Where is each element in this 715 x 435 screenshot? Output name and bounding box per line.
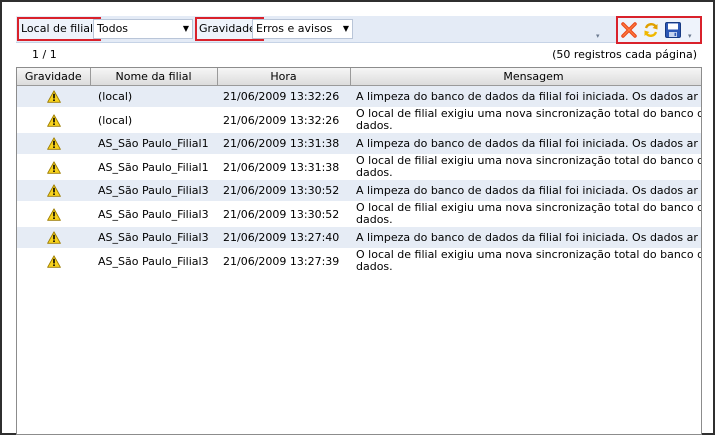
time-cell: 21/06/2009 13:30:52: [217, 180, 350, 201]
severity-cell: [17, 180, 90, 201]
warning-icon: [46, 208, 61, 221]
branch-filter-label: Local de filial:: [17, 17, 101, 41]
time-cell: 21/06/2009 13:31:38: [217, 133, 350, 154]
severity-cell: [17, 227, 90, 248]
message-cell: A limpeza do banco de dados da filial fo…: [350, 133, 701, 154]
branch-name-cell: AS_São Paulo_Filial1: [90, 133, 217, 154]
warning-icon: [46, 137, 61, 151]
time-cell: 21/06/2009 13:27:40: [217, 227, 350, 248]
refresh-icon[interactable]: [642, 21, 660, 39]
severity-filter-select[interactable]: Erros e avisos ▼: [252, 19, 353, 39]
warning-icon: [46, 184, 61, 198]
branch-name-cell: AS_São Paulo_Filial1: [98, 160, 209, 174]
filter-toolbar: Local de filial: Todos ▼ Gravidade: Erro…: [16, 16, 702, 44]
event-log-window: Local de filial: Todos ▼ Gravidade: Erro…: [0, 0, 715, 435]
time-cell: 21/06/2009 13:32:26: [217, 85, 350, 107]
delete-icon[interactable]: [620, 21, 638, 39]
message-cell: A limpeza do banco de dados da filial fo…: [350, 227, 701, 248]
save-icon[interactable]: [664, 21, 682, 39]
branch-name-cell: AS_São Paulo_Filial3: [98, 207, 209, 221]
branch-name-cell: (local): [90, 85, 217, 107]
grid-body: (local) 21/06/2009 13:32:26 A limpeza do b…: [17, 85, 702, 275]
table-row[interactable]: (local) 21/06/2009 13:32:26 A limpeza do b…: [17, 85, 701, 107]
warning-icon: [46, 114, 61, 127]
action-buttons: ▾: [616, 16, 702, 44]
severity-cell: [17, 154, 90, 180]
table-row[interactable]: AS_São Paulo_Filial3 21/06/2009 13:30:52 A…: [17, 180, 701, 201]
warning-icon: [46, 161, 61, 174]
column-header-branch-name[interactable]: Nome da filial: [90, 68, 218, 86]
time-cell: 21/06/2009 13:30:52: [223, 207, 340, 221]
message-cell: O local de filial exigiu uma nova sincro…: [356, 154, 702, 179]
message-cell: A limpeza do banco de dados da filial fo…: [350, 180, 701, 201]
time-cell: 21/06/2009 13:32:26: [223, 113, 340, 127]
table-row[interactable]: AS_São Paulo_Filial3 21/06/2009 13:30:52 O…: [17, 201, 702, 227]
chevron-down-icon[interactable]: ▼: [343, 20, 349, 38]
chevron-down-icon[interactable]: ▼: [183, 20, 189, 38]
branch-filter-select[interactable]: Todos ▼: [93, 19, 193, 39]
severity-cell: [17, 133, 90, 154]
table-row[interactable]: (local) 21/06/2009 13:32:26 O local de fil…: [17, 107, 702, 133]
event-log-grid: Gravidade Nome da filial Hora Mensagem (…: [16, 67, 702, 435]
severity-cell: [17, 85, 90, 107]
records-per-page-info: (50 registros cada página): [552, 48, 697, 61]
warning-icon: [46, 90, 61, 104]
page-indicator: 1 / 1: [32, 48, 57, 61]
message-cell: O local de filial exigiu uma nova sincro…: [356, 248, 702, 273]
table-row[interactable]: AS_São Paulo_Filial3 21/06/2009 13:27:40 A…: [17, 227, 701, 248]
table-row[interactable]: AS_São Paulo_Filial3 21/06/2009 13:27:39 O…: [17, 248, 702, 274]
branch-name-cell: AS_São Paulo_Filial3: [98, 254, 209, 268]
grid-header-row: Gravidade Nome da filial Hora Mensagem: [17, 68, 701, 86]
message-cell: O local de filial exigiu uma nova sincro…: [356, 107, 702, 132]
severity-filter-value: Erros e avisos: [256, 22, 333, 35]
severity-cell: [17, 201, 90, 227]
severity-cell: [17, 248, 90, 274]
branch-name-cell: AS_São Paulo_Filial3: [90, 180, 217, 201]
time-cell: 21/06/2009 13:27:39: [223, 254, 340, 268]
time-cell: 21/06/2009 13:31:38: [223, 160, 340, 174]
branch-name-cell: (local): [98, 113, 133, 127]
column-header-message[interactable]: Mensagem: [350, 68, 701, 86]
toolbar-grip-icon[interactable]: ▾: [688, 32, 696, 40]
warning-icon: [46, 255, 61, 268]
toolbar-grip-icon[interactable]: ▾: [596, 32, 604, 40]
warning-icon: [46, 231, 61, 245]
branch-name-cell: AS_São Paulo_Filial3: [90, 227, 217, 248]
column-header-time[interactable]: Hora: [217, 68, 351, 86]
branch-filter-value: Todos: [97, 22, 129, 35]
message-cell: O local de filial exigiu uma nova sincro…: [356, 201, 702, 226]
table-row[interactable]: AS_São Paulo_Filial1 21/06/2009 13:31:38 O…: [17, 154, 702, 180]
column-header-severity[interactable]: Gravidade: [17, 68, 91, 86]
severity-cell: [17, 107, 90, 133]
table-row[interactable]: AS_São Paulo_Filial1 21/06/2009 13:31:38 A…: [17, 133, 701, 154]
message-cell: A limpeza do banco de dados da filial fo…: [350, 85, 701, 107]
